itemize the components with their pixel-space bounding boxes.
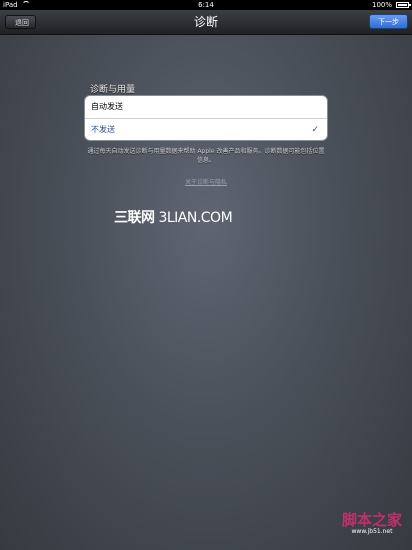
option-label: 自动发送 [91,102,123,111]
next-button[interactable]: 下一步 [369,14,408,29]
watermark: 三联网 3LIAN.COM [114,207,233,227]
option-label: 不发送 [91,125,115,134]
battery-icon [396,2,411,8]
navigation-bar: 退回 诊断 下一步 [0,10,412,35]
battery-percent: 100% [371,1,392,9]
status-bar: iPad 6:14 100% [0,0,412,10]
watermark-cn: 三联网 [114,210,155,226]
checkmark-icon: ✓ [311,125,319,135]
diagnostics-option-group: 自动发送 不发送 ✓ [84,95,328,141]
page-title: 诊断 [193,15,218,29]
section-footer: 通过每天自动发送诊断与用量数据来帮助 Apple 改善产品和服务。诊断数据可能包… [87,148,325,164]
about-diagnostics-link[interactable]: 关于诊断与隐私 [0,177,412,186]
corner-logo-url: www.jb51.net [351,528,393,535]
status-time: 6:14 [198,1,214,9]
status-right: 100% [371,0,411,10]
corner-logo-main: 脚本之家 [341,511,402,529]
option-dont-send[interactable]: 不发送 ✓ [85,118,327,140]
option-auto-send[interactable]: 自动发送 [85,96,327,118]
watermark-en: 3LIAN.COM [154,210,233,226]
corner-logo: 脚本之家 www.jb51.net [342,512,402,536]
section-header: 诊断与用量 [90,85,136,95]
